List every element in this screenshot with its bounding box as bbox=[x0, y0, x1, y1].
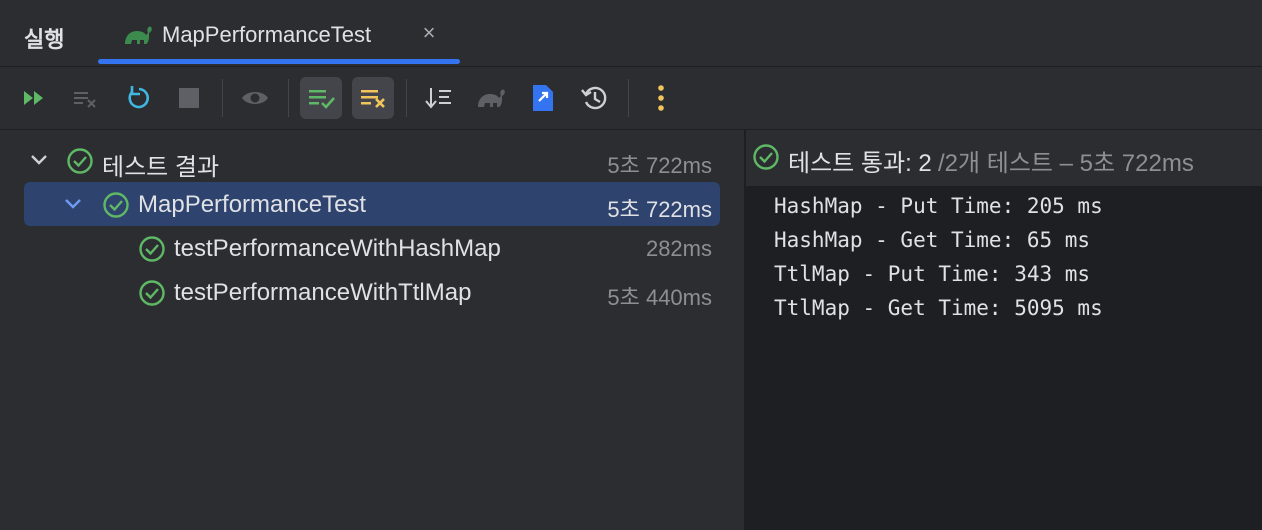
tree-item-test-ttlmap[interactable]: testPerformanceWithTtlMap 5초 440ms bbox=[24, 270, 720, 314]
console-line: TtlMap - Get Time: 5095 ms bbox=[774, 296, 1103, 320]
sort-icon bbox=[425, 88, 451, 109]
tree-item-map-performance-test[interactable]: MapPerformanceTest 5초 722ms bbox=[24, 182, 720, 226]
gradle-icon bbox=[478, 89, 505, 107]
toolbar-separator bbox=[406, 79, 407, 117]
tree-item-test-hashmap[interactable]: testPerformanceWithHashMap 282ms bbox=[24, 226, 720, 270]
tests-passed-count: 테스트 통과: 2 bbox=[788, 150, 932, 177]
tree-item-duration: 5초 722ms bbox=[607, 153, 712, 178]
toolbar-separator bbox=[628, 79, 629, 117]
tree-item-label: testPerformanceWithTtlMap bbox=[174, 279, 472, 306]
tree-item-label: testPerformanceWithHashMap bbox=[174, 235, 501, 262]
console-line: HashMap - Get Time: 65 ms bbox=[774, 228, 1091, 252]
tab-title: MapPerformanceTest bbox=[162, 22, 372, 47]
console-line: TtlMap - Put Time: 343 ms bbox=[774, 262, 1091, 286]
passed-check-icon bbox=[139, 236, 165, 262]
console-line: HashMap - Put Time: 205 ms bbox=[774, 194, 1103, 218]
show-hidden-button[interactable] bbox=[234, 77, 276, 119]
tree-root-test-results[interactable]: 테스트 결과 5초 722ms bbox=[24, 138, 720, 182]
gradle-icon bbox=[125, 26, 152, 44]
console-output[interactable]: HashMap - Put Time: 205 ms HashMap - Get … bbox=[774, 192, 1103, 328]
tree-item-duration: 5초 440ms bbox=[607, 285, 712, 310]
show-passed-button[interactable] bbox=[300, 77, 342, 119]
passed-check-icon bbox=[139, 280, 165, 306]
export-button[interactable] bbox=[522, 77, 564, 119]
clear-icon bbox=[74, 92, 96, 108]
show-passed-icon bbox=[309, 90, 335, 109]
sort-button[interactable] bbox=[418, 77, 460, 119]
history-icon bbox=[581, 86, 607, 110]
tab-map-performance-test[interactable]: MapPerformanceTest × bbox=[98, 0, 460, 66]
history-button[interactable] bbox=[574, 77, 616, 119]
run-tool-window-title: 실행 bbox=[24, 27, 65, 52]
passed-check-icon bbox=[103, 192, 129, 218]
rerun-button[interactable] bbox=[116, 77, 158, 119]
stop-icon bbox=[179, 88, 199, 108]
test-tree: 테스트 결과 5초 722ms MapPerformanceTest 5초 72… bbox=[0, 130, 744, 530]
tree-item-label: MapPerformanceTest bbox=[138, 191, 367, 218]
more-icon bbox=[658, 85, 664, 111]
passed-check-icon bbox=[753, 144, 779, 170]
chevron-down-icon[interactable] bbox=[62, 193, 84, 215]
toolbar-separator bbox=[288, 79, 289, 117]
show-ignored-icon bbox=[361, 90, 385, 108]
rerun-icon bbox=[128, 86, 149, 109]
stop-button[interactable] bbox=[168, 77, 210, 119]
toolbar bbox=[0, 67, 1262, 130]
tab-bar: 실행 MapPerformanceTest × bbox=[0, 0, 1262, 67]
result-summary-bar: 테스트 통과: 2 /2개 테스트 – 5초 722ms bbox=[746, 130, 1262, 186]
tab-active-indicator bbox=[98, 59, 460, 64]
rerun-failed-button[interactable] bbox=[14, 77, 56, 119]
toolbar-separator bbox=[222, 79, 223, 117]
clear-button[interactable] bbox=[64, 77, 106, 119]
gradle-button[interactable] bbox=[470, 77, 512, 119]
tree-item-duration: 5초 722ms bbox=[607, 197, 712, 222]
eye-icon bbox=[242, 92, 268, 104]
tests-summary: /2개 테스트 – 5초 722ms bbox=[938, 150, 1194, 177]
tree-item-duration: 282ms bbox=[645, 236, 712, 261]
passed-check-icon bbox=[67, 148, 93, 174]
tree-item-label: 테스트 결과 bbox=[102, 154, 220, 181]
chevron-down-icon[interactable] bbox=[28, 149, 50, 171]
rerun-failed-icon bbox=[24, 91, 43, 105]
show-ignored-button[interactable] bbox=[352, 77, 394, 119]
close-icon[interactable]: × bbox=[420, 22, 438, 44]
export-icon bbox=[533, 85, 553, 111]
test-output-pane: 테스트 통과: 2 /2개 테스트 – 5초 722ms HashMap - P… bbox=[746, 130, 1262, 530]
more-button[interactable] bbox=[640, 77, 682, 119]
